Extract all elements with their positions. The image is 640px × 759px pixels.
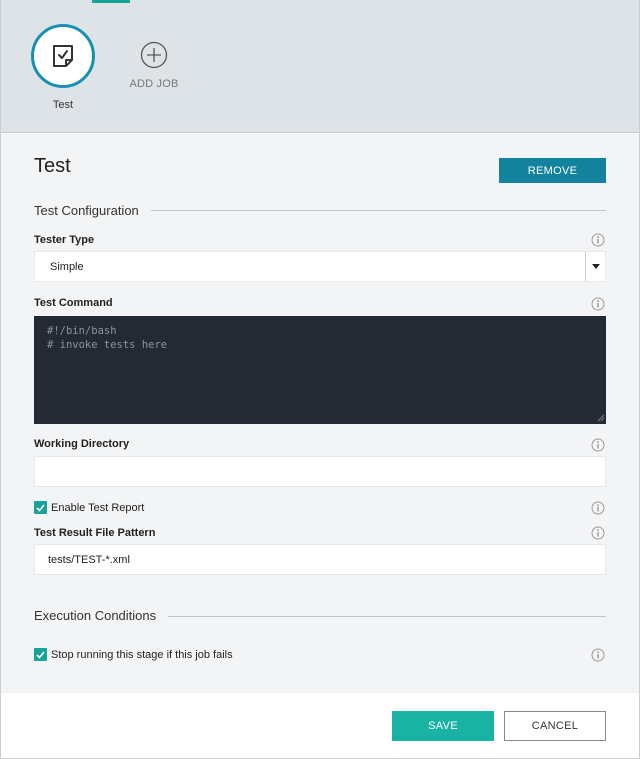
info-icon[interactable] bbox=[591, 526, 605, 540]
save-button[interactable]: SAVE bbox=[392, 711, 494, 741]
job-test-label: Test bbox=[52, 99, 74, 111]
tester-type-label: Tester Type bbox=[34, 234, 95, 246]
resize-grip-icon[interactable] bbox=[597, 414, 605, 422]
top-tab-indicator bbox=[92, 0, 130, 3]
plus-circle-icon bbox=[140, 41, 168, 69]
test-checklist-icon bbox=[53, 45, 73, 67]
working-directory-label: Working Directory bbox=[34, 438, 130, 450]
info-icon[interactable] bbox=[591, 501, 605, 515]
test-command-editor[interactable]: #!/bin/bash # invoke tests here bbox=[34, 316, 606, 424]
tester-type-value: Simple bbox=[50, 261, 84, 273]
info-icon[interactable] bbox=[591, 297, 605, 311]
job-test-button[interactable] bbox=[31, 24, 95, 88]
remove-button[interactable]: REMOVE bbox=[499, 158, 606, 183]
result-file-pattern-label: Test Result File Pattern bbox=[34, 527, 156, 539]
section-test-configuration: Test Configuration bbox=[34, 203, 151, 218]
job-title: Test bbox=[34, 155, 71, 177]
enable-test-report-checkbox[interactable] bbox=[34, 501, 47, 514]
result-file-pattern-input[interactable] bbox=[34, 544, 606, 575]
working-directory-input[interactable] bbox=[34, 456, 606, 487]
stop-on-fail-label[interactable]: Stop running this stage if this job fail… bbox=[51, 649, 233, 661]
enable-test-report-label[interactable]: Enable Test Report bbox=[51, 502, 144, 514]
test-command-label: Test Command bbox=[34, 297, 113, 309]
info-icon[interactable] bbox=[591, 648, 605, 662]
tester-type-select[interactable]: Simple bbox=[34, 251, 606, 282]
add-job-label[interactable]: ADD JOB bbox=[118, 78, 190, 90]
info-icon[interactable] bbox=[591, 233, 605, 247]
add-job-button[interactable] bbox=[140, 41, 168, 69]
section-execution-conditions: Execution Conditions bbox=[34, 608, 169, 623]
jobs-bar bbox=[1, 0, 639, 133]
cancel-button[interactable]: CANCEL bbox=[504, 711, 606, 741]
checkmark-icon bbox=[36, 650, 45, 659]
checkmark-icon bbox=[36, 503, 45, 512]
chevron-down-icon[interactable] bbox=[585, 252, 605, 281]
info-icon[interactable] bbox=[591, 438, 605, 452]
stop-on-fail-checkbox[interactable] bbox=[34, 648, 47, 661]
